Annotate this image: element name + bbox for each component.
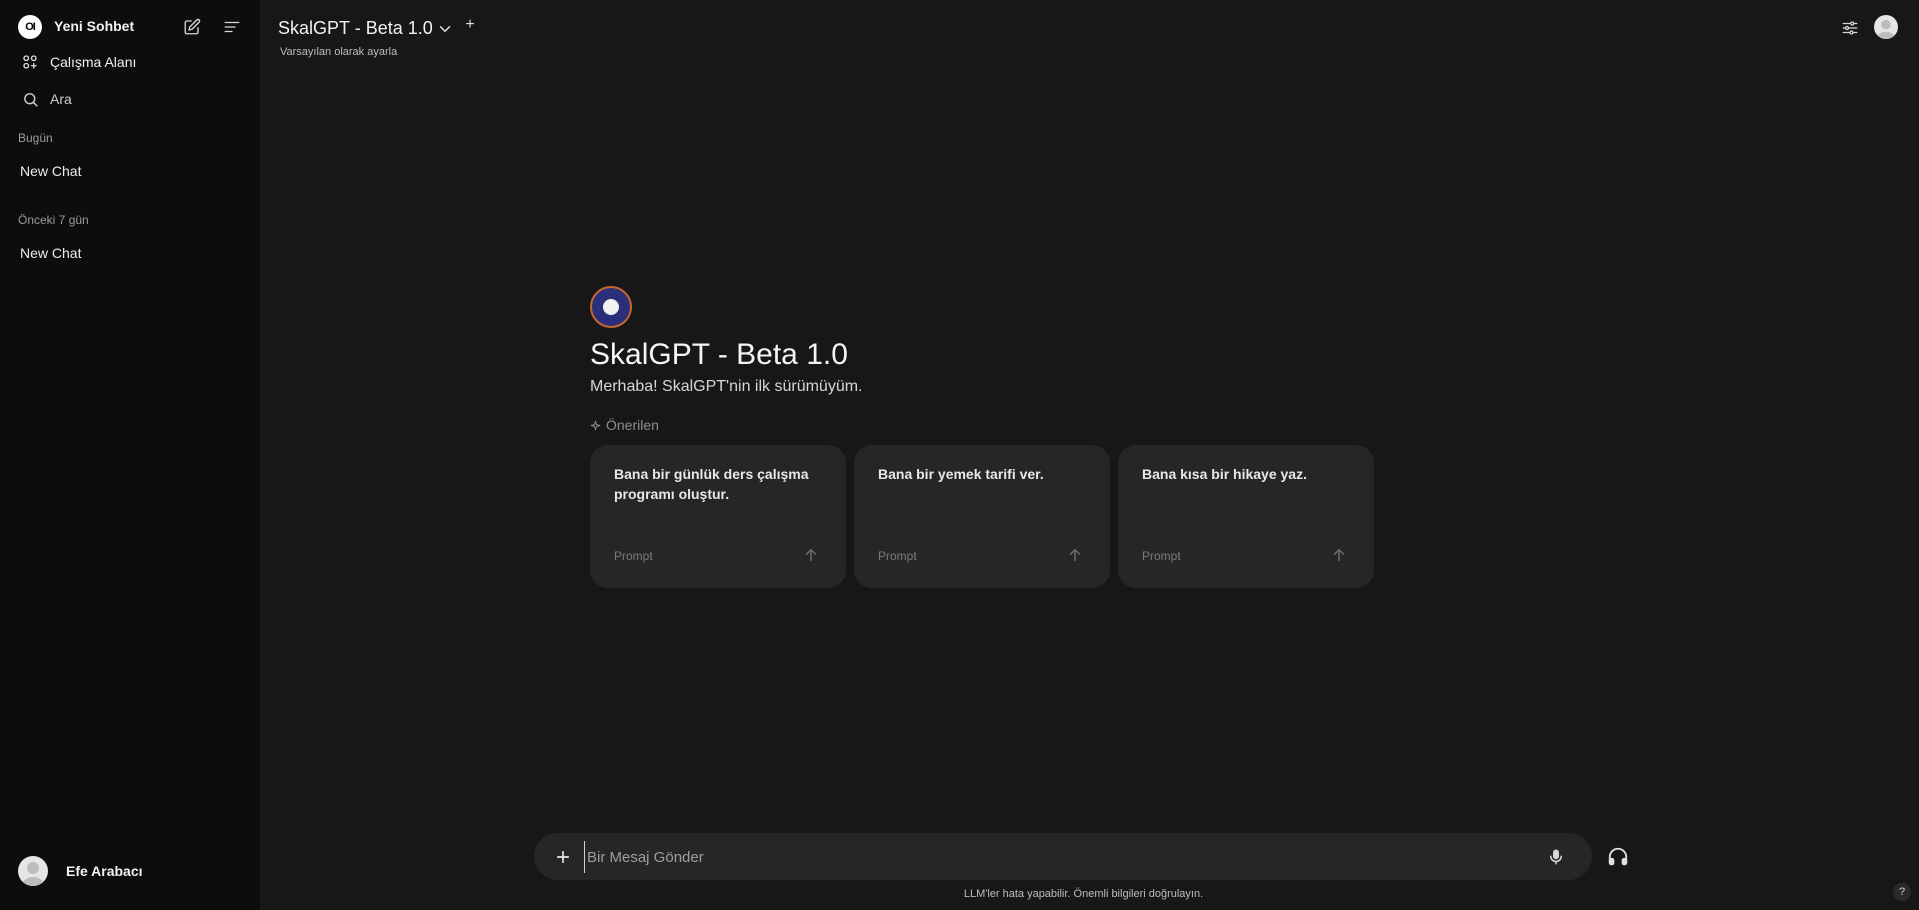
new-chat-button[interactable] — [178, 13, 206, 41]
group-label-previous-7-days: Önceki 7 gün — [18, 213, 89, 227]
suggested-label-text: Önerilen — [606, 417, 659, 433]
suggestion-text: Bana kısa bir hikaye yaz. — [1142, 466, 1307, 482]
voice-mode-button[interactable] — [1604, 843, 1632, 871]
arrow-up-icon — [1333, 549, 1345, 561]
header-avatar[interactable] — [1874, 15, 1898, 39]
disclaimer-text: LLM'ler hata yapabilir. Önemli bilgileri… — [963, 888, 1204, 900]
suggestion-card[interactable]: Bana bir yemek tarifi ver. Prompt — [854, 445, 1110, 588]
add-model-button[interactable]: + — [460, 16, 480, 38]
headphones-icon — [1608, 847, 1628, 866]
attach-button[interactable] — [548, 842, 578, 872]
message-composer — [534, 833, 1592, 880]
page-title: SkalGPT - Beta 1.0 — [590, 338, 848, 371]
model-logo — [590, 286, 632, 328]
suggestion-card[interactable]: Bana bir günlük ders çalışma programı ol… — [590, 445, 846, 588]
menu-icon — [224, 21, 240, 33]
user-name: Efe Arabacı — [66, 863, 143, 879]
arrow-up-icon — [1069, 549, 1081, 561]
app-logo[interactable]: OI — [18, 15, 42, 39]
suggestion-tag: Prompt — [614, 549, 653, 563]
user-silhouette-icon — [1877, 19, 1895, 39]
help-button[interactable]: ? — [1893, 883, 1911, 901]
search-icon — [16, 85, 44, 113]
user-silhouette-icon — [22, 862, 44, 886]
suggestion-tag: Prompt — [1142, 549, 1181, 563]
group-label-today: Bugün — [18, 131, 53, 145]
suggestion-text: Bana bir günlük ders çalışma programı ol… — [614, 466, 809, 502]
model-selector-chevron[interactable] — [436, 20, 454, 38]
suggestion-card[interactable]: Bana kısa bir hikaye yaz. Prompt — [1118, 445, 1374, 588]
arrow-up-icon — [805, 549, 817, 561]
sparkle-icon — [590, 420, 601, 430]
chevron-down-icon — [439, 26, 451, 32]
avatar — [18, 856, 48, 886]
chat-controls-button[interactable] — [1836, 14, 1864, 42]
page-subtitle: Merhaba! SkalGPT'nin ilk sürümüyüm. — [590, 378, 863, 395]
message-input[interactable] — [584, 841, 1484, 873]
plus-icon — [556, 850, 570, 864]
toggle-sidebar-button[interactable] — [218, 13, 246, 41]
suggestion-text: Bana bir yemek tarifi ver. — [878, 466, 1044, 482]
new-chat-link[interactable]: Yeni Sohbet — [54, 18, 134, 34]
sliders-icon — [1842, 21, 1858, 35]
sidebar-item-label: Çalışma Alanı — [50, 54, 137, 70]
chat-item[interactable]: New Chat — [12, 237, 248, 269]
sidebar: OI Yeni Sohbet Çalışma Alanı Ara Bugün N… — [0, 0, 260, 910]
sidebar-item-workspace[interactable]: Çalışma Alanı — [12, 46, 248, 78]
app-logo-text: OI — [25, 21, 36, 33]
suggested-label: Önerilen — [590, 417, 659, 433]
workspace-icon — [16, 48, 44, 76]
suggestion-tag: Prompt — [878, 549, 917, 563]
sidebar-search-label: Ara — [50, 91, 72, 107]
edit-icon — [184, 18, 201, 35]
microphone-icon — [1550, 849, 1562, 865]
model-selector[interactable]: SkalGPT - Beta 1.0 — [278, 18, 433, 39]
set-default-link[interactable]: Varsayılan olarak ayarla — [280, 46, 397, 58]
user-menu[interactable]: Efe Arabacı — [18, 856, 143, 886]
sidebar-search[interactable]: Ara — [12, 83, 248, 115]
chat-item[interactable]: New Chat — [12, 155, 248, 187]
model-logo-emblem — [600, 296, 622, 318]
voice-input-button[interactable] — [1542, 843, 1570, 871]
